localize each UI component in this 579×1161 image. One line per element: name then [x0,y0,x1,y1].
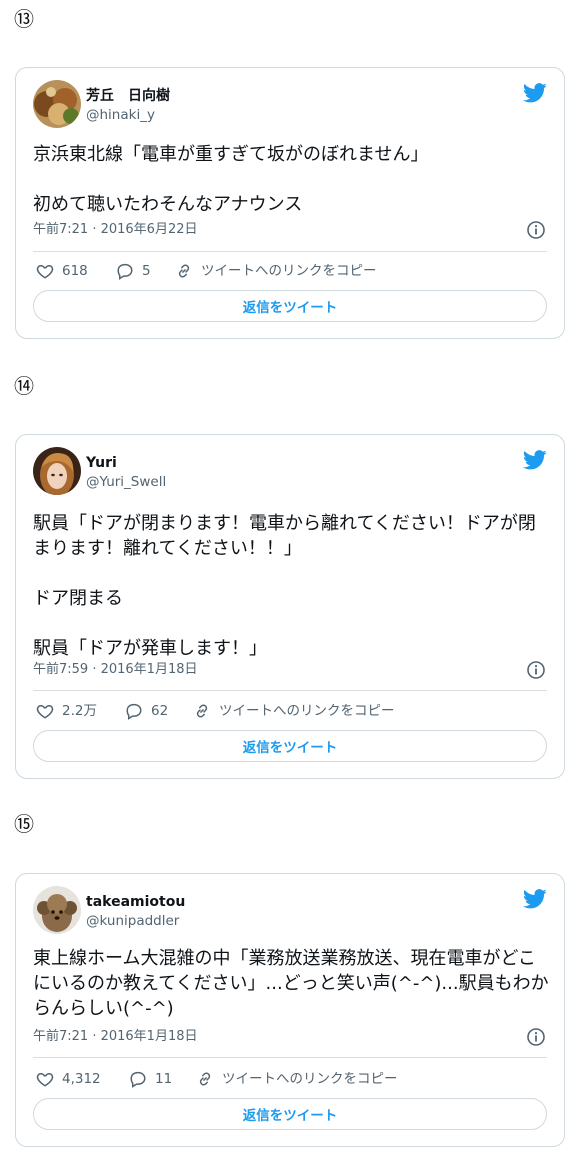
twitter-bird-icon[interactable] [523,82,547,104]
tweet-card: 芳丘 日向樹 @hinaki_y 京浜東北線「電車が重すぎて坂がのぼれません」 … [15,67,565,339]
reply-count: 5 [142,263,151,279]
heart-icon [36,704,54,719]
copy-link-label: ツイートへのリンクをコピー [219,703,395,719]
copy-link-action[interactable]: ツイートへのリンクをコピー [193,702,395,720]
copy-link-label: ツイートへのリンクをコピー [201,263,377,279]
tweet-line: 駅員「ドアが発車します！」 [33,638,267,659]
reply-tweet-button[interactable]: 返信をツイート [33,1098,547,1130]
tweet-line: 京浜東北線「電車が重すぎて坂がのぼれません」 [33,144,429,165]
tweet-line: 東上線ホーム大混雑の中「業務放送業務放送、現在電車がどこにいるのか教えてください… [33,948,549,1019]
display-name[interactable]: Yuri [86,454,117,472]
timestamp[interactable]: 午前7:21 · 2016年1月18日 [33,1028,198,1046]
like-count: 618 [62,263,88,279]
tweet-text: 駅員「ドアが閉まります！電車から離れてください！ドアが閉まります！離れてください… [33,511,550,661]
tweet-line: 初めて聴いたわそんなアナウンス [33,194,303,215]
like-action[interactable]: 2.2万 [36,702,97,720]
tweet-card: Yuri @Yuri_Swell 駅員「ドアが閉まります！電車から離れてください… [15,434,565,779]
section-number: ⑬ [14,7,34,31]
tweet-card: takeamiotou @kunipaddler 東上線ホーム大混雑の中「業務放… [15,873,565,1147]
info-icon[interactable] [526,220,546,240]
reply-tweet-button[interactable]: 返信をツイート [33,730,547,762]
divider [33,251,547,252]
tweet-text: 京浜東北線「電車が重すぎて坂がのぼれません」 初めて聴いたわそんなアナウンス [33,142,550,217]
twitter-bird-icon[interactable] [523,888,547,910]
reply-count: 62 [151,703,169,719]
display-name[interactable]: 芳丘 日向樹 [86,87,170,105]
info-icon[interactable] [526,1027,546,1047]
reply-bubble-icon [126,703,142,720]
reply-action[interactable]: 11 [129,1070,172,1088]
divider [33,1057,547,1058]
user-handle[interactable]: @Yuri_Swell [86,473,166,491]
copy-link-action[interactable]: ツイートへのリンクをコピー [196,1070,398,1088]
like-action[interactable]: 618 [36,262,88,280]
avatar[interactable] [33,447,81,495]
like-count: 4,312 [62,1071,101,1087]
link-icon [178,264,190,278]
link-icon [196,704,208,718]
tweet-line: ドア閉まる [33,588,123,609]
tweet-text: 東上線ホーム大混雑の中「業務放送業務放送、現在電車がどこにいるのか教えてください… [33,946,550,1021]
like-action[interactable]: 4,312 [36,1070,101,1088]
divider [33,690,547,691]
timestamp[interactable]: 午前7:21 · 2016年6月22日 [33,221,198,239]
display-name[interactable]: takeamiotou [86,893,185,911]
section-number: ⑭ [14,374,34,398]
twitter-bird-icon[interactable] [523,449,547,471]
like-count: 2.2万 [62,703,97,719]
heart-icon [36,1072,54,1087]
heart-icon [36,264,54,279]
tweet-line: 駅員「ドアが閉まります！電車から離れてください！ドアが閉まります！離れてください… [33,513,536,559]
reply-bubble-icon [130,1071,146,1088]
link-icon [199,1072,211,1086]
user-handle[interactable]: @kunipaddler [86,912,179,930]
reply-action[interactable]: 5 [116,262,151,280]
info-icon[interactable] [526,660,546,680]
user-handle[interactable]: @hinaki_y [86,106,155,124]
copy-link-action[interactable]: ツイートへのリンクをコピー [175,262,377,280]
reply-tweet-button[interactable]: 返信をツイート [33,290,547,322]
avatar[interactable] [33,80,81,128]
avatar[interactable] [33,886,81,934]
copy-link-label: ツイートへのリンクをコピー [222,1071,398,1087]
reply-action[interactable]: 62 [125,702,168,720]
reply-count: 11 [155,1071,173,1087]
timestamp[interactable]: 午前7:59 · 2016年1月18日 [33,661,198,679]
reply-bubble-icon [117,263,133,280]
section-number: ⑮ [14,812,34,836]
